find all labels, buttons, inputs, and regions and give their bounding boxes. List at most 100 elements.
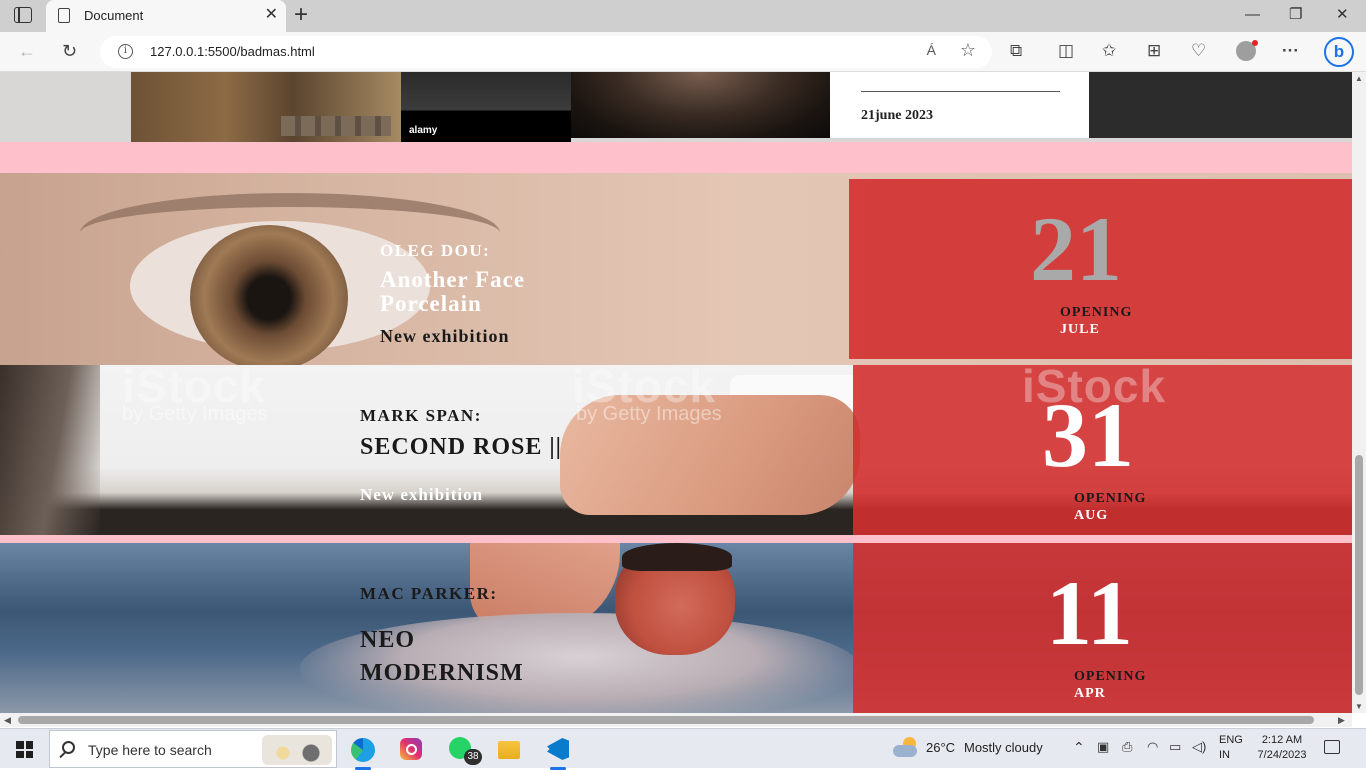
tray-app-icon[interactable]: ▣	[1097, 739, 1109, 755]
close-window-button[interactable]: ✕	[1336, 6, 1349, 24]
exhibit-subtitle: New exhibition	[360, 485, 484, 504]
tab-close-button[interactable]: ✕	[265, 6, 278, 24]
whatsapp-taskbar-button[interactable]: 38	[440, 733, 482, 767]
notification-icon[interactable]	[1324, 740, 1340, 754]
horizontal-scroll-thumb[interactable]	[18, 716, 1314, 724]
minimize-button[interactable]: —	[1245, 6, 1260, 24]
exhibit-row: MAC PARKER: NEO MODERNISM 11 OPENING APR	[0, 543, 1352, 713]
language-indicator[interactable]: ENG IN	[1219, 733, 1243, 763]
language-region: IN	[1219, 749, 1230, 761]
page-viewport: alamy 21june 2023 OLEG DOU: Another Face…	[0, 72, 1352, 713]
exhibit-title: SECOND ROSE ||	[360, 434, 562, 460]
exhibit-title: Another Face Porcelain	[380, 267, 526, 317]
new-tab-button[interactable]: +	[294, 2, 308, 28]
edge-taskbar-button[interactable]	[343, 733, 383, 770]
weather-cloud-icon[interactable]	[893, 737, 919, 759]
search-placeholder: Type here to search	[88, 742, 212, 758]
bing-icon[interactable]: b	[1324, 37, 1354, 67]
folder-icon	[498, 741, 520, 759]
date-card-divider	[861, 91, 1060, 92]
exhibit-day: 31	[1042, 384, 1134, 486]
weather-temperature[interactable]: 26°C	[926, 740, 955, 755]
exhibit-row: iStock by Getty Images iStock by Getty I…	[0, 365, 1352, 535]
scroll-left-icon[interactable]: ◀	[4, 715, 11, 726]
weather-description[interactable]: Mostly cloudy	[964, 740, 1043, 755]
wifi-icon[interactable]: ◠	[1147, 739, 1158, 755]
exhibit-day: 11	[1046, 562, 1133, 664]
refresh-button[interactable]: ↻	[62, 40, 77, 62]
exhibit-artist: MARK SPAN:	[360, 406, 482, 425]
vertical-scrollbar[interactable]: ▲ ▼	[1352, 72, 1366, 713]
more-icon[interactable]: ···	[1282, 39, 1299, 63]
exhibit-month: APR	[1074, 686, 1106, 701]
favorite-star-icon[interactable]: ☆	[960, 40, 976, 61]
exhibit-opening: OPENING	[1060, 305, 1133, 320]
back-button[interactable]: ←	[18, 40, 36, 62]
pink-divider	[0, 142, 1352, 173]
instagram-taskbar-button[interactable]	[391, 733, 431, 767]
exhibit-month: JULE	[1060, 322, 1100, 337]
tray-chevron-icon[interactable]: ⌃	[1073, 739, 1085, 756]
exhibit-opening: OPENING	[1074, 491, 1147, 506]
date-card-date: 21june 2023	[861, 108, 933, 123]
swimmer-hair	[622, 543, 732, 571]
extensions-icon[interactable]: ⧉	[1010, 39, 1022, 63]
battery-icon[interactable]: ▭	[1169, 739, 1181, 755]
maximize-button[interactable]: ❐	[1289, 6, 1302, 24]
tray-meet-icon[interactable]: ⎙	[1122, 739, 1132, 755]
gallery-image-alamy: alamy	[401, 72, 571, 142]
system-clock[interactable]: 2:12 AM 7/24/2023	[1257, 733, 1307, 763]
file-explorer-taskbar-button[interactable]	[489, 733, 529, 767]
browser-tab-bar: Document ✕ + — ❐ ✕	[0, 0, 1366, 32]
clock-date: 7/24/2023	[1257, 749, 1307, 761]
tab-title: Document	[84, 8, 144, 23]
vscode-taskbar-button[interactable]	[538, 733, 578, 770]
watermark-subtext: by Getty Images	[576, 403, 722, 425]
exhibit-artist: MAC PARKER:	[360, 584, 498, 603]
search-highlight-image	[262, 735, 332, 765]
watermark-subtext: by Getty Images	[122, 403, 268, 425]
browser-toolbar: ← ↻ i 127.0.0.1:5500/badmas.html Á ☆ ⧉ …	[0, 32, 1366, 72]
collections-icon[interactable]: ⊞	[1147, 39, 1161, 63]
address-bar[interactable]: i 127.0.0.1:5500/badmas.html Á ☆	[100, 36, 992, 68]
scroll-right-icon[interactable]: ▶	[1338, 715, 1345, 726]
split-screen-icon[interactable]: ◫	[1058, 39, 1074, 63]
tab-document[interactable]: Document ✕	[46, 0, 286, 32]
favorites-icon[interactable]: ✩	[1102, 39, 1116, 63]
exhibit-row: OLEG DOU: Another Face Porcelain New exh…	[0, 173, 1352, 365]
instagram-icon	[400, 738, 422, 760]
clock-time: 2:12 AM	[1261, 734, 1303, 746]
profile-notification-dot	[1252, 40, 1258, 46]
exhibit-month: AUG	[1074, 508, 1109, 523]
read-aloud-icon[interactable]: Á	[927, 42, 936, 58]
gallery-image-portrait	[571, 72, 830, 138]
horizontal-scrollbar[interactable]: ◀ ▶	[0, 713, 1352, 727]
scroll-up-icon[interactable]: ▲	[1355, 74, 1363, 83]
eye-iris	[190, 225, 348, 365]
document-icon	[58, 8, 70, 23]
tab-actions-icon[interactable]	[14, 7, 32, 23]
exhibit-opening: OPENING	[1074, 669, 1147, 684]
pink-divider	[0, 535, 1352, 543]
url-text[interactable]: 127.0.0.1:5500/badmas.html	[150, 44, 315, 59]
exhibit-artist: OLEG DOU:	[380, 241, 491, 260]
search-icon	[62, 741, 75, 754]
exhibit-title: NEO MODERNISM	[360, 627, 524, 686]
performance-icon[interactable]: ♡	[1191, 39, 1206, 63]
windows-taskbar: Type here to search 38 26°C Mostly cloud…	[0, 728, 1366, 770]
site-info-icon[interactable]: i	[118, 44, 133, 59]
dark-block	[1089, 72, 1352, 138]
hands-hair	[0, 365, 100, 535]
volume-icon[interactable]: ◁)	[1192, 739, 1206, 755]
exhibit-subtitle: New exhibition	[380, 326, 510, 346]
scroll-down-icon[interactable]: ▼	[1355, 702, 1363, 711]
exhibit-day: 21	[1030, 198, 1122, 300]
vertical-scroll-thumb[interactable]	[1355, 455, 1363, 695]
vscode-icon	[547, 738, 569, 760]
edge-icon	[351, 738, 375, 762]
whatsapp-badge: 38	[464, 749, 482, 765]
language-code: ENG	[1219, 734, 1243, 746]
gallery-image-roots	[131, 72, 401, 142]
windows-start-icon[interactable]	[16, 741, 33, 758]
taskbar-search-box[interactable]: Type here to search	[49, 730, 337, 768]
